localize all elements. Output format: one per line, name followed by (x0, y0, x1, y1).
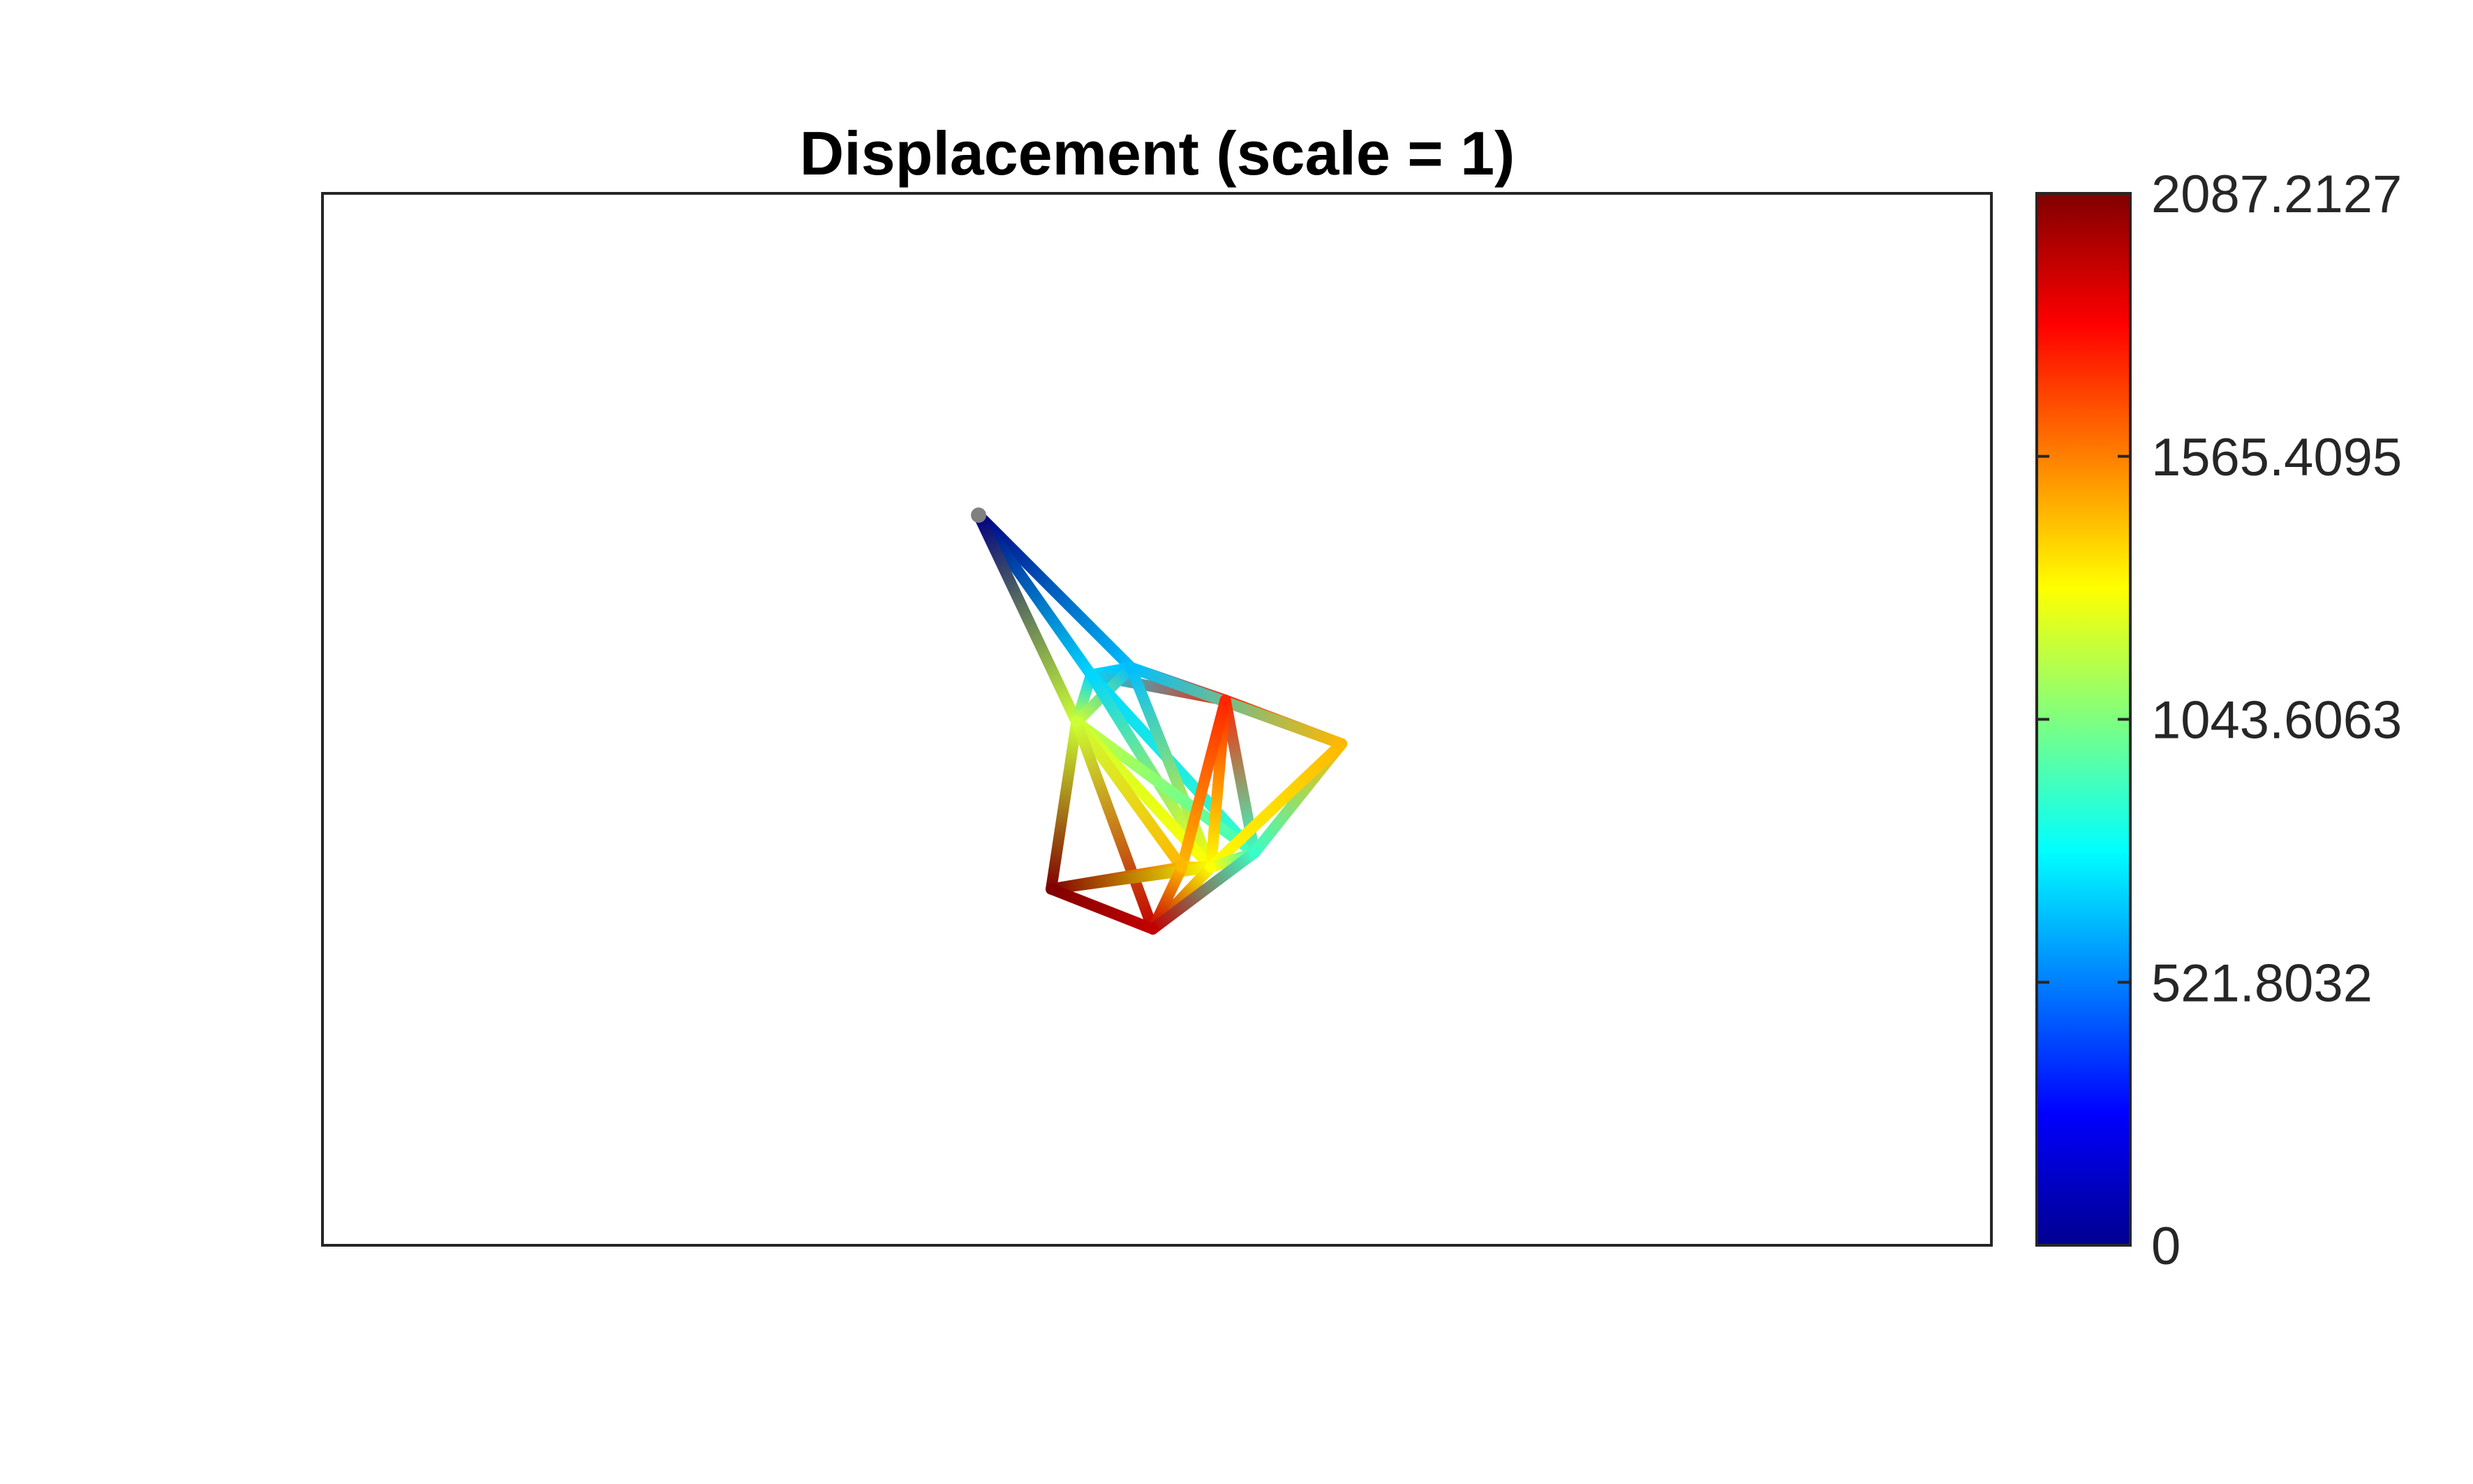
figure: Displacement (scale = 1) 0 521.8032 1043.6… (321, 119, 2402, 1276)
colorbar-gradient (2035, 192, 2132, 1247)
truss-node (1085, 669, 1097, 681)
colorbar: 0 521.8032 1043.6063 1565.4095 2087.2127 (2035, 165, 2402, 1276)
truss-node (1336, 738, 1347, 750)
colorbar-tick-label: 521.8032 (2151, 954, 2372, 1013)
colorbar-tick-label: 1565.4095 (2151, 428, 2402, 487)
truss-node (1219, 695, 1231, 706)
truss-node (1125, 662, 1137, 674)
colorbar-tick-label: 1043.6063 (2151, 691, 2402, 750)
colorbar-tick-label: 0 (2151, 1217, 2181, 1276)
chart-title: Displacement (scale = 1) (800, 119, 1515, 188)
truss-node (1249, 847, 1261, 859)
truss-node (1176, 861, 1188, 873)
truss-node (1046, 883, 1057, 895)
support-node (971, 507, 986, 523)
truss-node (1147, 923, 1159, 935)
truss-node (1071, 716, 1083, 728)
colorbar-tick-label: 2087.2127 (2151, 165, 2402, 224)
truss-node (1205, 861, 1217, 873)
